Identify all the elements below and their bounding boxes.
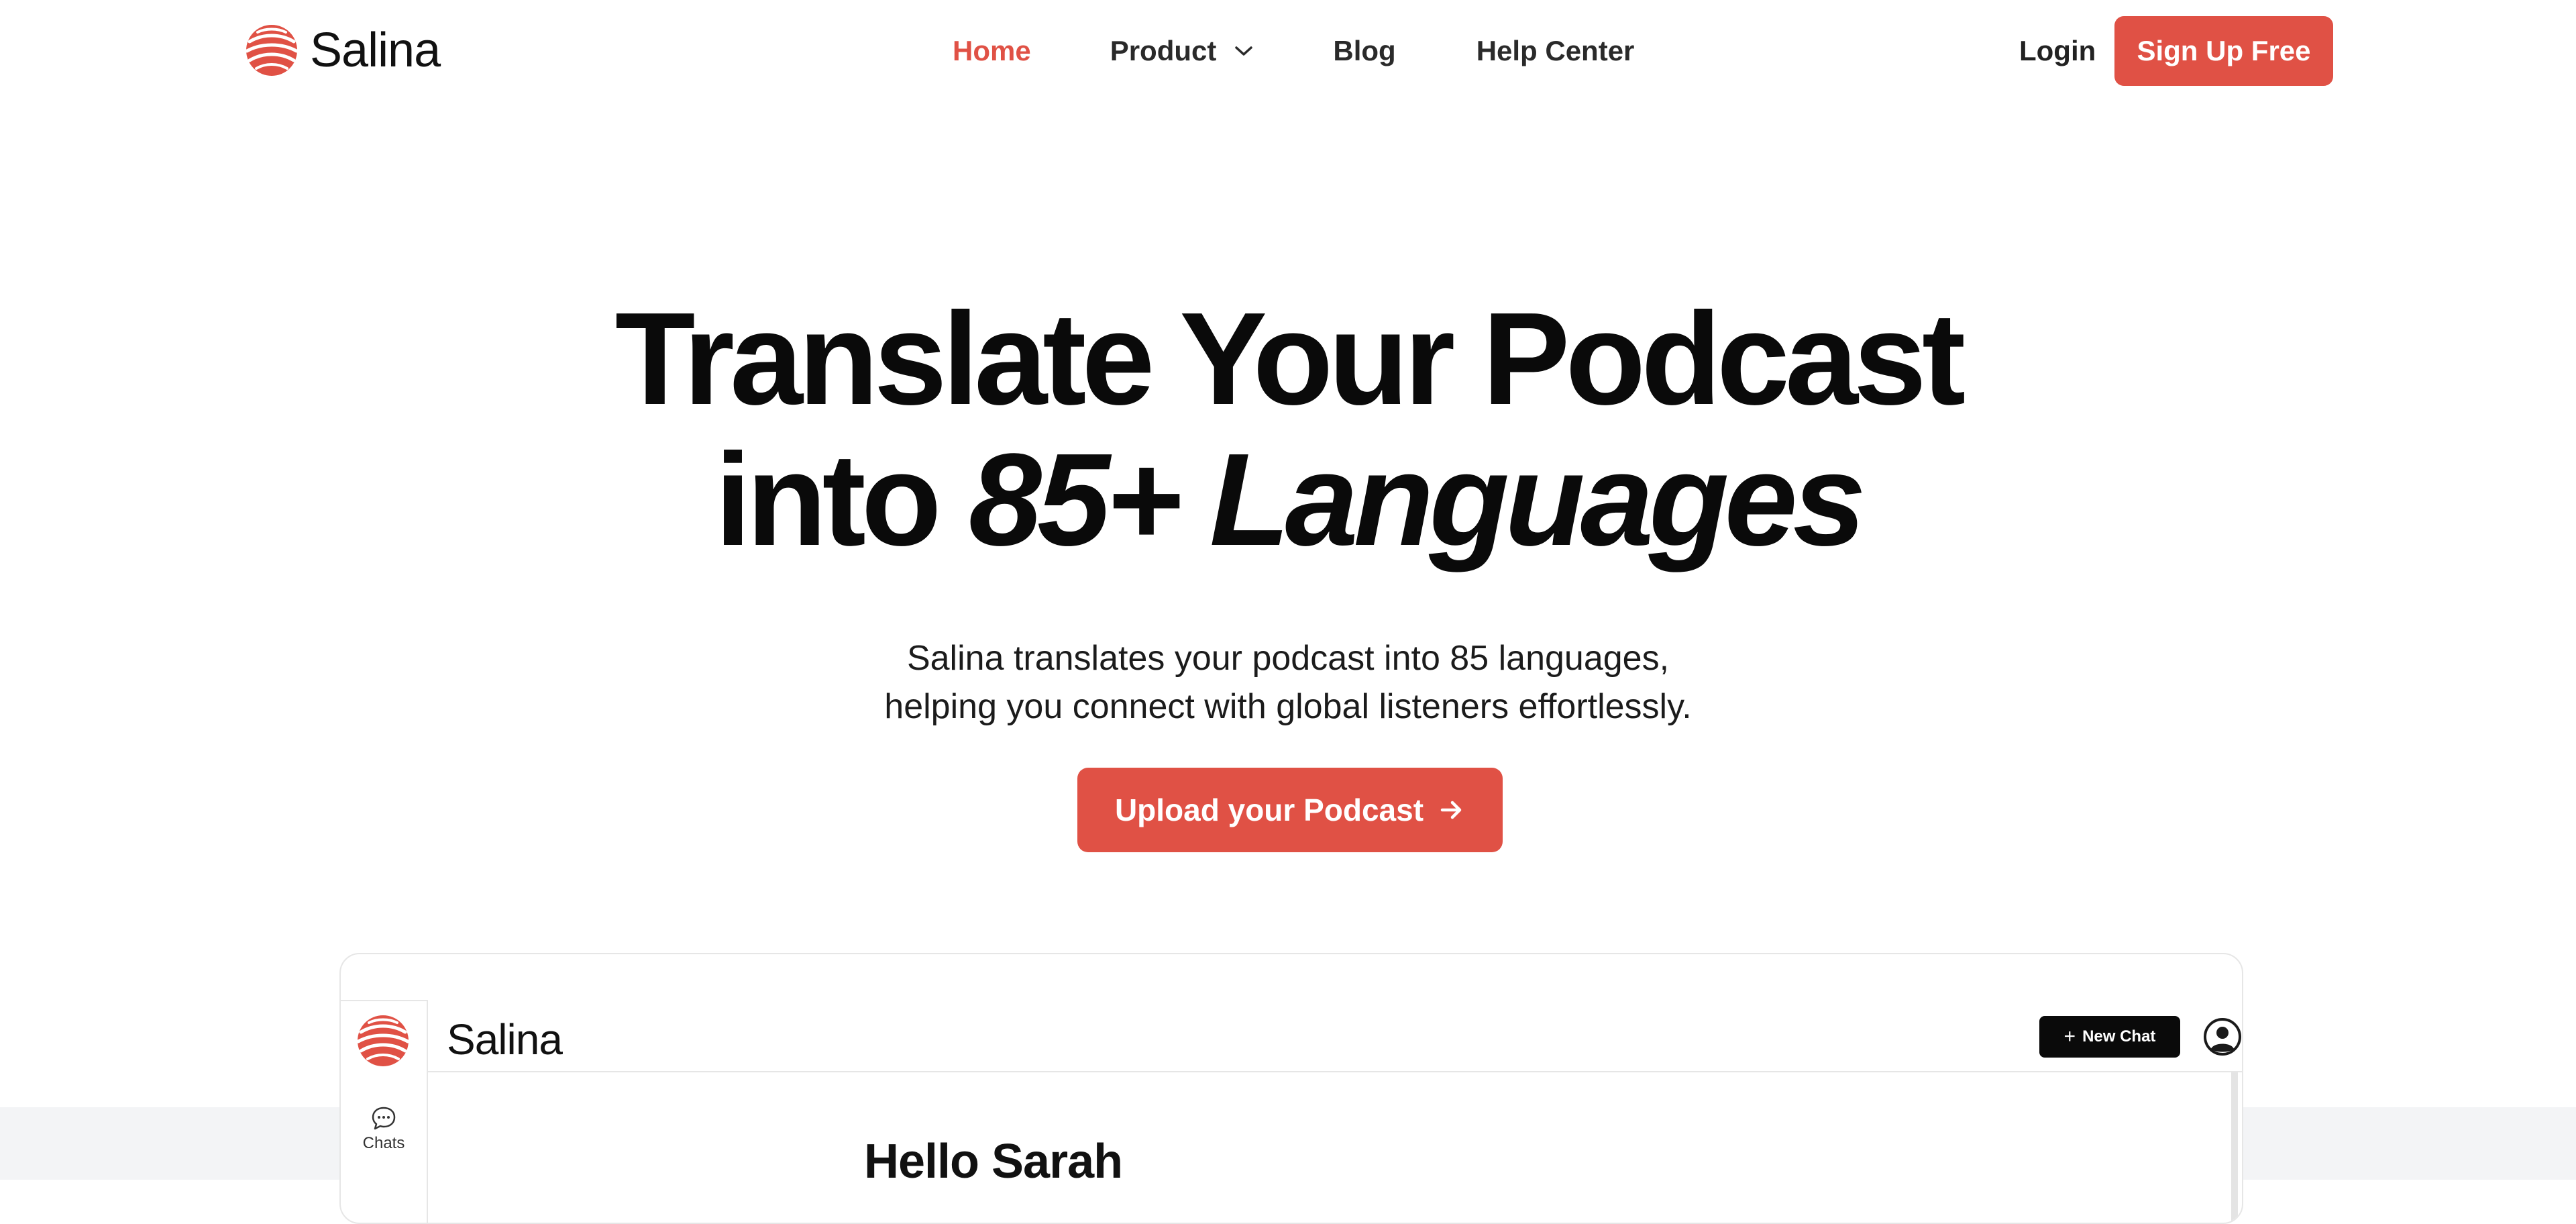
login-link[interactable]: Login bbox=[2019, 35, 2096, 67]
nav-link-help-center[interactable]: Help Center bbox=[1477, 35, 1635, 67]
main-nav: Home Product Blog Help Center bbox=[953, 32, 1634, 70]
upload-podcast-button[interactable]: Upload your Podcast bbox=[1077, 768, 1503, 852]
preview-scrollbar[interactable] bbox=[2231, 1072, 2238, 1223]
hero-title-line-2: into 85+ Languages bbox=[0, 429, 2576, 570]
new-chat-button[interactable]: + New Chat bbox=[2039, 1016, 2180, 1058]
hero-subtitle-line-1: Salina translates your podcast into 85 l… bbox=[906, 639, 1670, 678]
sidebar-item-chats[interactable]: Chats bbox=[347, 1105, 420, 1153]
new-chat-label: New Chat bbox=[2082, 1027, 2156, 1046]
plus-icon: + bbox=[2063, 1025, 2076, 1048]
nav-link-home[interactable]: Home bbox=[953, 35, 1031, 67]
nav-link-blog-label: Blog bbox=[1333, 35, 1396, 66]
nav-link-product-label: Product bbox=[1110, 35, 1217, 66]
arrow-right-icon bbox=[1440, 801, 1462, 819]
hero-subtitle: Salina translates your podcast into 85 l… bbox=[0, 634, 2576, 731]
user-circle-icon[interactable] bbox=[2203, 1017, 2242, 1056]
nav-link-help-center-label: Help Center bbox=[1476, 35, 1635, 66]
hero-title-emphasis: 85+ Languages bbox=[969, 426, 1866, 573]
hero-title-line-1: Translate Your Podcast bbox=[614, 285, 1966, 432]
hero-title-prefix: into bbox=[714, 426, 969, 573]
top-navbar: Salina Home Product Blog Help Center Log… bbox=[0, 0, 2576, 102]
sidebar-item-chats-label: Chats bbox=[362, 1134, 405, 1152]
preview-app-title: Salina bbox=[447, 1015, 563, 1064]
preview-header: Salina + New Chat bbox=[427, 1000, 2242, 1072]
salina-logo-icon bbox=[245, 25, 299, 76]
upload-podcast-label: Upload your Podcast bbox=[1114, 793, 1424, 827]
nav-link-blog[interactable]: Blog bbox=[1333, 35, 1395, 67]
brand-name: Salina bbox=[310, 23, 441, 77]
nav-link-home-label: Home bbox=[953, 35, 1031, 66]
hero-subtitle-line-2: helping you connect with global listener… bbox=[884, 687, 1692, 726]
salina-logo-icon bbox=[356, 1015, 410, 1066]
hero-title: Translate Your Podcast into 85+ Language… bbox=[0, 289, 2576, 570]
app-preview: Chats Salina + New Chat Hello Sarah bbox=[339, 953, 2243, 1224]
brand-logo[interactable]: Salina bbox=[243, 21, 441, 79]
chat-bubble-icon bbox=[372, 1107, 396, 1130]
chevron-down-icon bbox=[1235, 46, 1253, 56]
nav-link-product[interactable]: Product bbox=[1110, 35, 1254, 67]
preview-greeting: Hello Sarah bbox=[864, 1135, 1123, 1188]
sign-up-button[interactable]: Sign Up Free bbox=[2114, 16, 2333, 86]
